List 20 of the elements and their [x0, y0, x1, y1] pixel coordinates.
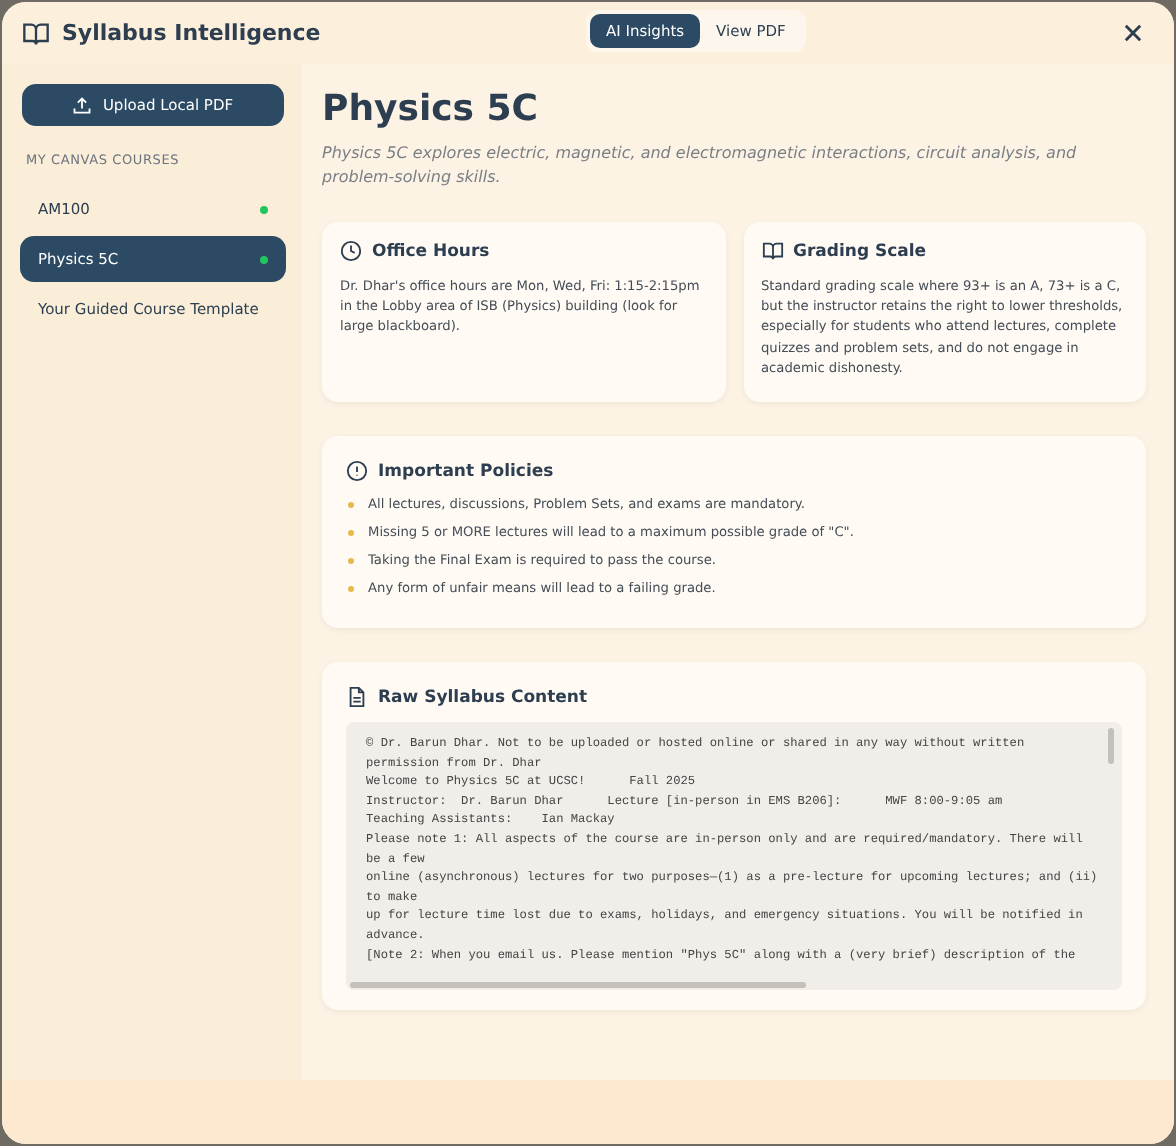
course-title: Physics 5C: [322, 88, 541, 130]
document-icon: [346, 686, 368, 709]
course-description: Physics 5C explores electric, magnetic, and electromagnetic interactions, circuit analysis, and problem-solving skills.: [322, 142, 1079, 190]
card-title: Grading Scale: [793, 241, 927, 261]
bullet-icon: [348, 585, 354, 592]
bullet-icon: [348, 501, 354, 508]
close-icon[interactable]: [1124, 24, 1142, 42]
card-title: Raw Syllabus Content: [378, 687, 588, 708]
scrollbar-thumb[interactable]: [350, 982, 806, 989]
upload-icon: [72, 95, 93, 115]
book-icon: [22, 19, 50, 47]
clock-icon: [340, 240, 362, 262]
card-title: Office Hours: [372, 241, 490, 261]
alert-icon: [346, 460, 368, 483]
bullet-icon: [348, 529, 354, 536]
app-title: Syllabus Intelligence: [62, 20, 321, 46]
book-icon: [761, 240, 783, 262]
bullet-icon: [348, 557, 354, 564]
card-title: Important Policies: [378, 461, 554, 482]
scrollbar-thumb[interactable]: [1108, 728, 1114, 765]
